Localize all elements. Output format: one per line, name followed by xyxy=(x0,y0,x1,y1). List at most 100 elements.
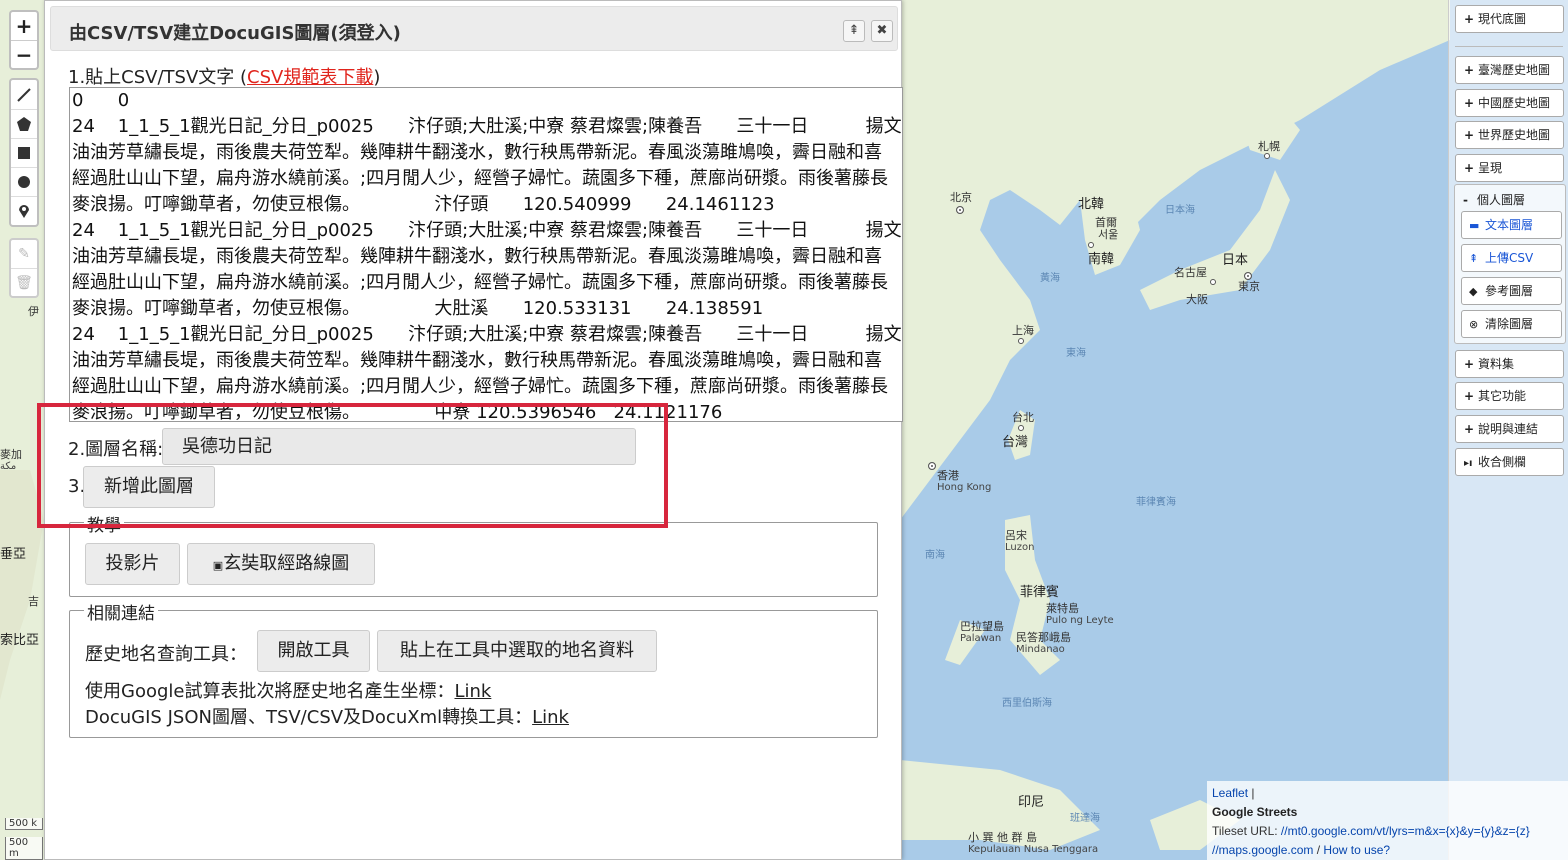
city-marker xyxy=(928,462,936,470)
upload-icon: ⇞ xyxy=(1469,252,1479,265)
edit-toolbar: ✎ 🗑 xyxy=(9,238,39,298)
highlight-annotation xyxy=(37,403,668,528)
map-label: 名古屋 xyxy=(1174,266,1207,279)
city-marker xyxy=(1264,153,1270,159)
scale-bar-mi: 500 m xyxy=(5,837,43,860)
map-label: 民答那峨島 Mindanao xyxy=(1016,631,1071,656)
sidebar-item-help-links[interactable]: + 說明與連結 xyxy=(1455,415,1564,443)
open-tool-button[interactable]: 開啟工具 xyxy=(257,630,370,672)
sidebar-item-modern-basemap[interactable]: + 現代底圖 xyxy=(1455,5,1564,33)
csv-line: 油油芳草繡長堤，雨後農夫荷笠犁。幾陣耕牛翻淺水，數行秧馬帶新泥。春風淡蕩雎鳩喚，… xyxy=(72,350,882,371)
leaflet-link[interactable]: Leaflet xyxy=(1212,786,1248,800)
folder-icon: ▬ xyxy=(1469,219,1480,232)
polygon-icon xyxy=(17,117,31,131)
map-label: 大阪 xyxy=(1186,293,1208,306)
city-marker xyxy=(1018,338,1024,344)
zoom-out-button[interactable]: − xyxy=(11,40,37,68)
slides-button[interactable]: 投影片 xyxy=(85,543,180,585)
sidebar-item-other-functions[interactable]: + 其它功能 xyxy=(1455,382,1564,410)
paste-place-data-button[interactable]: 貼上在工具中選取的地名資料 xyxy=(377,630,657,672)
csv-line: 24 1_1_5_1觀光日記_分日_p0025 汴仔頭;大肚溪;中寮 蔡君燦雲;… xyxy=(72,116,903,137)
teaching-fieldset: 教學 投影片 ▣玄奘取經路線圖 xyxy=(69,511,878,597)
pin-button[interactable]: ⇞ xyxy=(843,20,865,42)
map-label: 呂宋 Luzon xyxy=(1005,529,1035,554)
csv-spec-download-link[interactable]: CSV規範表下載 xyxy=(247,67,373,88)
draw-polyline-button[interactable] xyxy=(11,80,37,109)
sidebar-item-datasets[interactable]: + 資料集 xyxy=(1455,350,1564,378)
zoom-in-button[interactable]: + xyxy=(11,12,37,40)
map-label: 印尼 xyxy=(1018,795,1045,810)
city-marker xyxy=(956,206,964,214)
close-button[interactable]: ✖ xyxy=(871,20,893,42)
csv-line: 0 0 xyxy=(72,90,130,111)
sidebar-item-display[interactable]: + 呈現 xyxy=(1455,154,1564,182)
convert-tool-row: DocuGIS JSON圖層、TSV/CSV及DocuXml轉換工具：Link xyxy=(85,707,569,728)
zoom-control: + − xyxy=(9,10,39,70)
google-maps-link[interactable]: //maps.google.com xyxy=(1212,843,1313,857)
convert-tool-link[interactable]: Link xyxy=(532,707,569,728)
marker-icon xyxy=(19,205,29,218)
map-label: 台灣 xyxy=(1002,435,1029,450)
close-icon: ✖ xyxy=(876,23,888,38)
text-layer-button[interactable]: ▬ 文本圖層 xyxy=(1461,211,1562,239)
map-label: 香港 Hong Kong xyxy=(937,469,992,494)
edit-layers-button[interactable]: ✎ xyxy=(11,240,37,268)
map-label: 菲律賓海 xyxy=(1136,497,1176,508)
circle-icon xyxy=(18,176,30,188)
map-label: 日本海 xyxy=(1165,205,1195,216)
map-label: 索比亞 xyxy=(0,633,40,648)
clear-layers-button[interactable]: ⊗ 清除圖層 xyxy=(1461,310,1562,338)
city-marker xyxy=(1244,272,1252,280)
csv-line: 24 1_1_5_1觀光日記_分日_p0025 汴仔頭;大肚溪;中寮 蔡君燦雲;… xyxy=(72,324,903,345)
collapse-sidebar-button[interactable]: ▸ı 收合側欄 xyxy=(1455,448,1564,476)
right-sidebar: + 現代底圖 + 臺灣歷史地圖 + 中國歷史地圖 + 世界歷史地圖 + 呈現 - 個人圖層 … xyxy=(1448,0,1568,860)
tool-label: 歷史地名查詢工具： xyxy=(85,644,247,665)
map-label: 日本 xyxy=(1222,253,1249,268)
map-label: 萊特島 Pulo ng Leyte xyxy=(1046,602,1114,627)
layer-name: Google Streets xyxy=(1212,805,1298,819)
how-to-use-link[interactable]: How to use? xyxy=(1323,843,1390,857)
upload-csv-button[interactable]: ⇞ 上傳CSV xyxy=(1461,244,1562,272)
draw-polygon-button[interactable] xyxy=(11,109,37,138)
clear-icon: ⊗ xyxy=(1469,318,1479,331)
delete-layers-button[interactable]: 🗑 xyxy=(11,268,37,296)
map-label: 巴拉望島 Palawan xyxy=(960,620,1004,645)
dialog-titlebar[interactable]: 由CSV/TSV建立DocuGIS圖層(須登入) ⇞ ✖ xyxy=(50,6,898,51)
draw-circle-button[interactable] xyxy=(11,167,37,196)
map-label: 北京 xyxy=(950,191,972,204)
csv-line: 經過肚山山下望，扁舟游水繞前溪。;四月閒人少，經營子婦忙。蔬園多下種，蔗廍尚研漿… xyxy=(72,272,889,293)
google-sheet-row: 使用Google試算表批次將歷史地名產生坐標：Link xyxy=(85,681,492,702)
map-label: 台北 xyxy=(1012,411,1034,424)
map-label: 吉 xyxy=(28,595,39,608)
csv-textarea[interactable]: 0 0 24 1_1_5_1觀光日記_分日_p0025 汴仔頭;大肚溪;中寮 蔡君… xyxy=(69,87,903,422)
reference-layer-button[interactable]: ◆ 參考圖層 xyxy=(1461,277,1562,305)
map-label: 札幌 xyxy=(1258,140,1280,153)
trash-icon: 🗑 xyxy=(15,274,33,291)
pin-icon: ⇞ xyxy=(848,23,860,38)
sidebar-item-china-history[interactable]: + 中國歷史地圖 xyxy=(1455,89,1564,117)
map-label: 伊 xyxy=(28,305,39,318)
sidebar-item-taiwan-history[interactable]: + 臺灣歷史地圖 xyxy=(1455,56,1564,84)
draw-rectangle-button[interactable] xyxy=(11,138,37,167)
csv-line: 油油芳草繡長堤，雨後農夫荷笠犁。幾陣耕牛翻淺水，數行秧馬帶新泥。春風淡蕩雎鳩喚，… xyxy=(72,142,882,163)
map-attribution: Leaflet | Google Streets Tileset URL: //… xyxy=(1207,781,1568,860)
city-marker xyxy=(1210,279,1216,285)
related-links-fieldset: 相關連結 歷史地名查詢工具： 開啟工具 貼上在工具中選取的地名資料 使用Goog… xyxy=(69,599,878,738)
route-map-button[interactable]: ▣玄奘取經路線圖 xyxy=(187,543,375,585)
google-sheet-link[interactable]: Link xyxy=(454,681,491,702)
rectangle-icon xyxy=(18,147,30,159)
map-label: 垂亞 xyxy=(0,547,27,562)
draw-marker-button[interactable] xyxy=(11,196,37,225)
csv-line: 經過肚山山下望，扁舟游水繞前溪。;四月閒人少，經營子婦忙。蔬園多下種，蔗廍尚研漿… xyxy=(72,168,889,189)
city-marker xyxy=(1088,242,1094,248)
sidebar-item-world-history[interactable]: + 世界歷史地圖 xyxy=(1455,121,1564,149)
route-icon: ▣ xyxy=(212,559,224,572)
map-label: 班達海 xyxy=(1070,813,1100,824)
draw-toolbar xyxy=(9,78,39,227)
map-label: 上海 xyxy=(1012,324,1034,337)
csv-line: 經過肚山山下望，扁舟游水繞前溪。;四月閒人少，經營子婦忙。蔬園多下種，蔗廍尚研漿… xyxy=(72,376,889,397)
map-label: 黃海 xyxy=(1040,273,1060,284)
tileset-url-link[interactable]: //mt0.google.com/vt/lyrs=m&x={x}&y={y}&z… xyxy=(1281,824,1530,838)
map-label: 菲律賓 xyxy=(1020,585,1060,600)
scale-bar-km: 500 k xyxy=(5,818,43,830)
